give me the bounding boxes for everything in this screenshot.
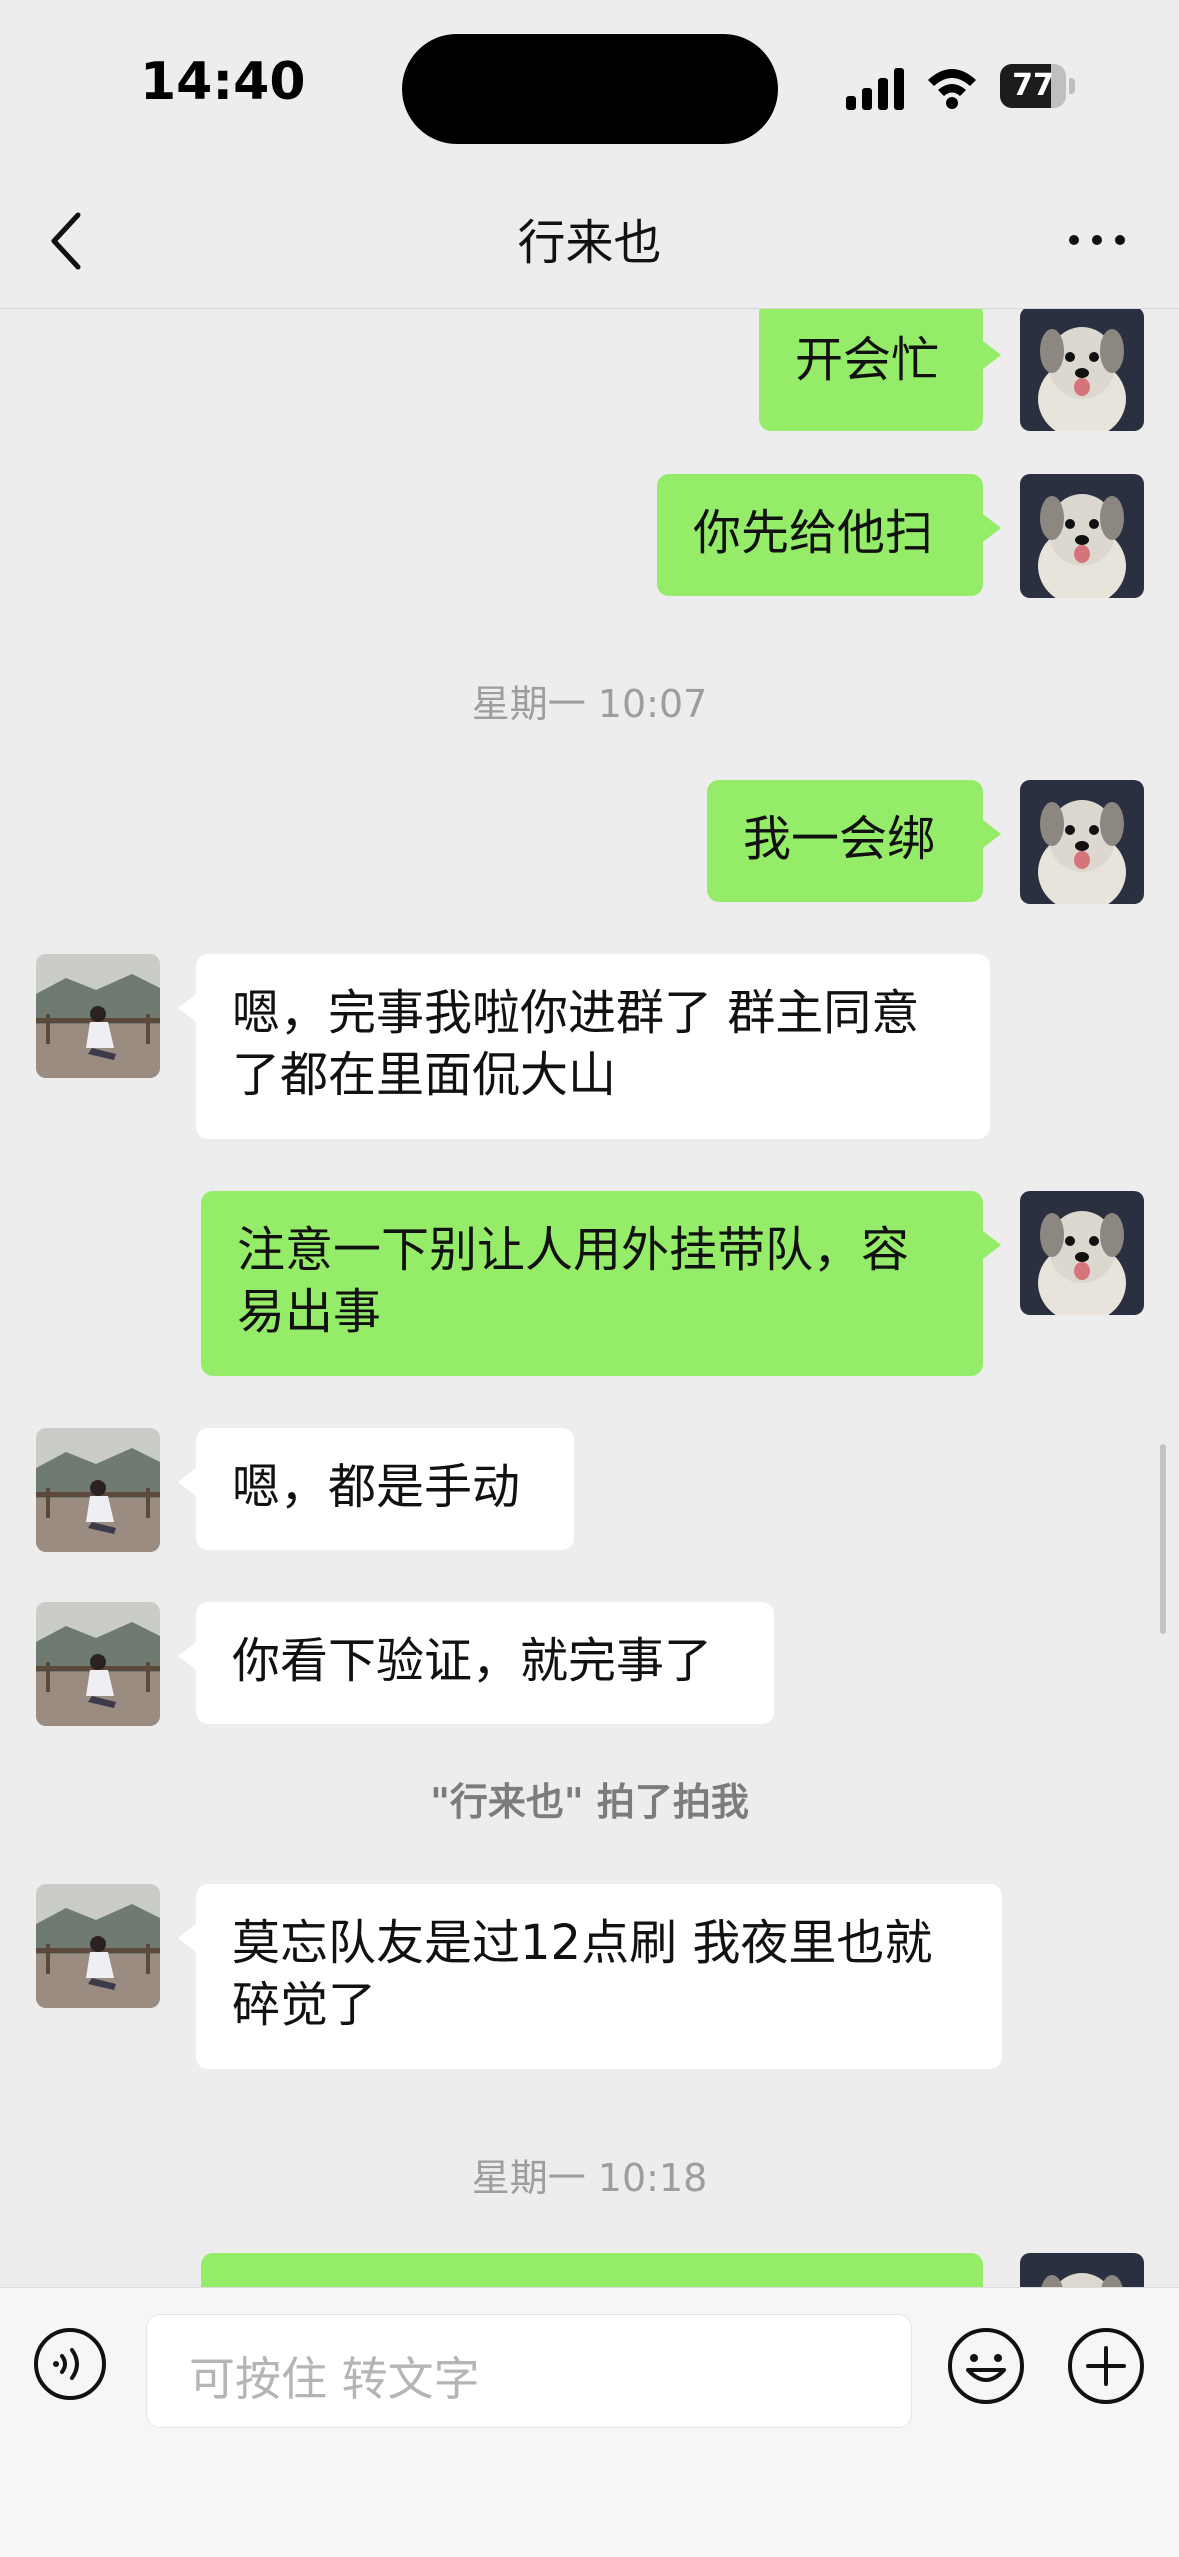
avatar-self[interactable]	[1020, 474, 1144, 598]
message-input[interactable]: 可按住 转文字	[146, 2314, 912, 2428]
battery-indicator: 77	[1000, 64, 1076, 108]
avatar-contact[interactable]	[36, 954, 160, 1078]
system-notice: "行来也" 拍了拍我	[430, 1780, 749, 1824]
mountain-avatar-icon	[36, 954, 160, 1078]
chat-title[interactable]: 行来也	[0, 203, 1179, 273]
cellular-signal-icon	[846, 68, 904, 110]
message-bubble-received[interactable]: 莫忘队友是过12点刷 我夜里也就碎觉了	[178, 1884, 1002, 2069]
dog-avatar-icon	[1020, 1191, 1144, 1315]
avatar-contact[interactable]	[36, 1428, 160, 1552]
avatar-self[interactable]	[1020, 1191, 1144, 1315]
voice-icon[interactable]	[32, 2326, 108, 2402]
mountain-avatar-icon	[36, 1884, 160, 2008]
message-bubble-sent[interactable]: 注意一下别让人用外挂带队，容易出事	[201, 1191, 1001, 1376]
battery-percent: 77	[1012, 68, 1054, 103]
dog-avatar-icon	[1020, 474, 1144, 598]
dog-avatar-icon	[1020, 780, 1144, 904]
wifi-icon	[928, 69, 976, 109]
message-bubble-sent[interactable]	[201, 2253, 983, 2287]
message-bubble-received[interactable]: 嗯，都是手动	[178, 1428, 574, 1550]
more-dots-icon[interactable]	[1062, 215, 1132, 265]
message-bubble-sent[interactable]: 开会忙	[759, 309, 1001, 431]
input-placeholder: 可按住 转文字	[189, 2352, 480, 2406]
timestamp: 星期一 10:18	[471, 2156, 708, 2200]
input-bar: 可按住 转文字	[0, 2287, 1179, 2557]
emoji-icon[interactable]	[946, 2326, 1026, 2406]
avatar-self[interactable]	[1020, 309, 1144, 431]
dog-avatar-icon	[1020, 2253, 1144, 2287]
avatar-self[interactable]	[1020, 780, 1144, 904]
plus-icon[interactable]	[1066, 2326, 1146, 2406]
dynamic-island	[402, 34, 778, 144]
message-bubble-received[interactable]: 嗯，完事我啦你进群了 群主同意了都在里面侃大山	[178, 954, 990, 1139]
avatar-contact[interactable]	[36, 1884, 160, 2008]
mountain-avatar-icon	[36, 1602, 160, 1726]
message-bubble-sent[interactable]: 我一会绑	[707, 780, 1001, 902]
status-time: 14:40	[140, 52, 306, 112]
avatar-contact[interactable]	[36, 1602, 160, 1726]
message-bubble-received[interactable]: 你看下验证，就完事了	[178, 1602, 774, 1724]
status-bar: 14:40 77	[0, 0, 1179, 175]
message-list[interactable]: 开会忙 你先给他扫 星期一 10:07 我一会绑 嗯，完事我啦你进群了 群主同意…	[0, 309, 1179, 2287]
avatar-self[interactable]	[1020, 2253, 1144, 2287]
scrollbar[interactable]	[1160, 1444, 1166, 1634]
dog-avatar-icon	[1020, 309, 1144, 431]
mountain-avatar-icon	[36, 1428, 160, 1552]
message-bubble-sent[interactable]: 你先给他扫	[657, 474, 1001, 596]
timestamp: 星期一 10:07	[471, 682, 708, 726]
chat-header: 行来也	[0, 175, 1179, 309]
